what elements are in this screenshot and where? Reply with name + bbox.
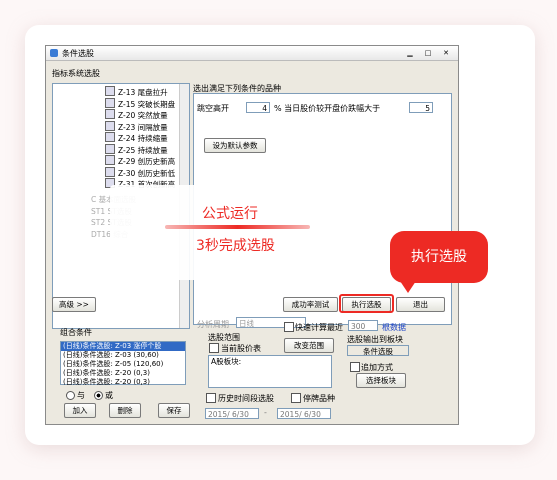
add-button[interactable]: 加入 <box>64 403 96 418</box>
append-label: 追加方式 <box>361 363 393 372</box>
fast-calc-label: 快速计算最近 <box>295 323 343 332</box>
formula-icon <box>105 155 115 165</box>
app-icon <box>50 49 58 57</box>
date-from-input[interactable]: 2015/ 6/30 <box>205 408 259 419</box>
tree-item[interactable]: Z-20 突然放量 <box>105 109 168 120</box>
and-label: 与 <box>77 391 85 400</box>
append-checkbox[interactable] <box>350 362 360 372</box>
title-bar: 条件选股 ▁ □ ✕ <box>46 46 458 61</box>
callout-tail <box>400 281 416 293</box>
window-title: 条件选股 <box>62 49 94 58</box>
param1-label: 跳空高开 <box>197 104 229 113</box>
list-item[interactable]: (日线)条件选股: Z-03 涨停个股 <box>61 342 185 351</box>
current-price-checkbox[interactable] <box>209 343 219 353</box>
exit-button[interactable]: 退出 <box>396 297 445 312</box>
date-dash: - <box>264 408 267 417</box>
success-test-button[interactable]: 成功率测试 <box>283 297 338 312</box>
list-item[interactable]: (日线)条件选股: Z-03 (30,60) <box>61 351 185 360</box>
tree-item-label: Z-29 创历史新高 <box>118 157 176 166</box>
date-to-input[interactable]: 2015/ 6/30 <box>277 408 331 419</box>
list-item[interactable]: (日线)条件选股: Z-20 (0,3) <box>61 369 185 378</box>
indicator-system-label: 指标系统选股 <box>52 69 100 78</box>
history-label: 历史时间段选股 <box>218 394 274 403</box>
tree-item-label: Z-24 持续缩量 <box>118 134 168 143</box>
or-label: 或 <box>105 391 113 400</box>
tree-item[interactable]: Z-24 持续缩量 <box>105 132 168 143</box>
formula-icon <box>105 86 115 96</box>
and-radio[interactable] <box>66 391 75 400</box>
advanced-button[interactable]: 高级 >> <box>52 297 96 312</box>
or-radio[interactable] <box>94 391 103 400</box>
exclude-label: 停牌品种 <box>303 394 335 403</box>
callout-text: 执行选股 <box>411 249 467 265</box>
tree-item[interactable]: Z-23 间隔放量 <box>105 120 168 132</box>
tree-item[interactable]: Z-13 尾盘拉升 <box>105 86 168 97</box>
tree-item[interactable]: Z-25 持续放量 <box>105 143 168 155</box>
progress-bar <box>165 225 310 229</box>
execute-highlight <box>339 294 394 313</box>
combo-list[interactable]: (日线)条件选股: Z-03 涨停个股 (日线)条件选股: Z-03 (30,6… <box>60 341 186 387</box>
run-overlay: 公式运行 3秒完成选股 <box>110 185 365 280</box>
period-label: 分析周期 <box>197 320 229 329</box>
list-item[interactable]: (日线)条件选股: Z-05 (120,60) <box>61 360 185 369</box>
select-block-button[interactable]: 选择板块 <box>356 373 406 388</box>
fast-unit-label: 根数据 <box>382 323 406 332</box>
formula-icon <box>105 166 115 177</box>
tree-item-label: Z-30 创历史新低 <box>118 168 176 178</box>
delete-button[interactable]: 删除 <box>109 403 141 418</box>
tree-item-label: Z-23 间隔放量 <box>118 122 168 132</box>
history-checkbox[interactable] <box>206 393 216 403</box>
overlay-line2: 3秒完成选股 <box>196 238 275 254</box>
tree-item-label: Z-20 突然放量 <box>118 111 168 120</box>
tree-item-label: Z-15 突破长期盘 <box>118 99 176 109</box>
tree-item-label: Z-13 尾盘拉升 <box>118 88 168 97</box>
range-title: 选股范围 <box>208 333 240 342</box>
output-block-field[interactable]: 条件选股 <box>347 345 409 356</box>
panel-title: 选出满足下列条件的品种 <box>193 84 281 93</box>
formula-icon <box>105 120 115 131</box>
list-item[interactable]: (日线)条件选股: Z-20 (0,3) <box>61 378 185 387</box>
param2-input[interactable]: 5 <box>409 102 433 113</box>
combo-title: 组合条件 <box>60 328 92 337</box>
close-icon[interactable]: ✕ <box>438 48 454 58</box>
overlay-line1: 公式运行 <box>202 206 258 222</box>
maximize-icon[interactable]: □ <box>420 48 436 58</box>
save-button[interactable]: 保存 <box>158 403 190 418</box>
tree-item[interactable]: Z-15 突破长期盘 <box>105 97 176 109</box>
tree-item[interactable]: Z-29 创历史新高 <box>105 155 176 166</box>
tree-item[interactable]: Z-30 创历史新低 <box>105 166 176 178</box>
formula-icon <box>105 97 115 108</box>
param1-input[interactable]: 4 <box>246 102 270 113</box>
param2-label: % 当日股价较开盘价跌幅大于 <box>274 104 381 113</box>
execute-callout: 执行选股 <box>390 231 488 293</box>
change-range-button[interactable]: 改变范围 <box>284 338 334 353</box>
set-default-button[interactable]: 设为默认参数 <box>204 138 266 153</box>
stock-block-box[interactable]: A股板块: <box>208 355 332 388</box>
formula-icon <box>105 143 115 154</box>
formula-icon <box>105 109 115 119</box>
stock-block-label: A股板块: <box>211 357 242 366</box>
current-price-label: 当前股价表 <box>221 344 261 353</box>
formula-icon <box>105 132 115 142</box>
fast-calc-checkbox[interactable] <box>284 322 294 332</box>
output-label: 选股输出到板块 <box>347 335 403 344</box>
fast-num-input[interactable]: 300 <box>348 320 378 331</box>
exclude-checkbox[interactable] <box>291 393 301 403</box>
tree-item-label: Z-25 持续放量 <box>118 145 168 155</box>
minimize-icon[interactable]: ▁ <box>402 48 418 58</box>
